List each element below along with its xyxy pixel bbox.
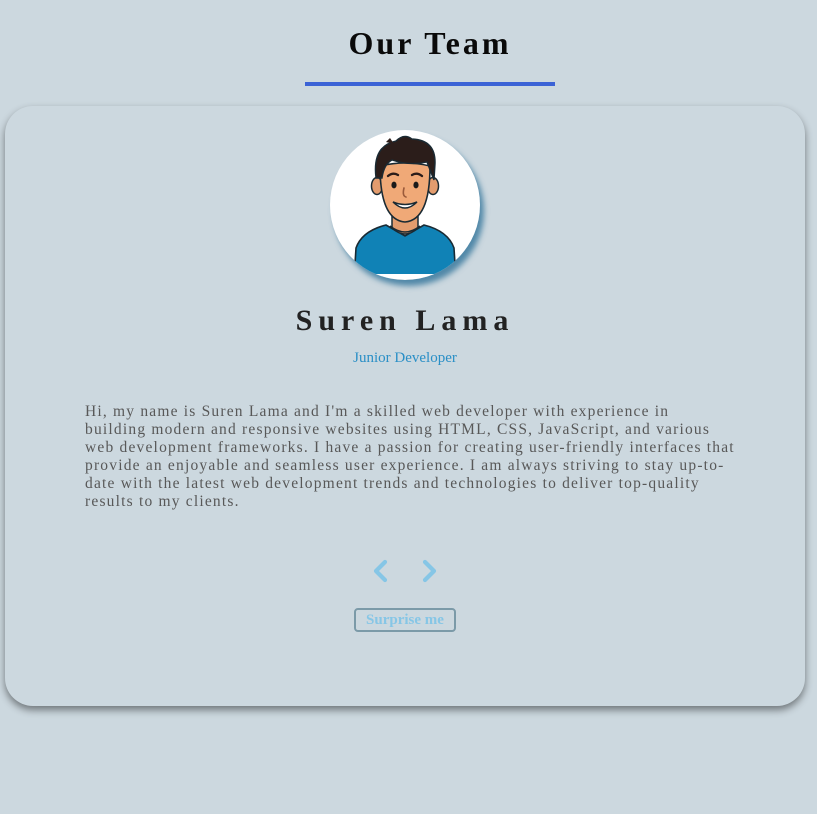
prev-button[interactable] — [366, 556, 396, 586]
title-underline — [305, 82, 555, 86]
next-button[interactable] — [414, 556, 444, 586]
avatar-illustration — [330, 135, 480, 280]
avatar — [330, 130, 480, 280]
surprise-me-button[interactable]: Surprise me — [354, 608, 456, 632]
member-name: Suren Lama — [295, 304, 515, 337]
page-title: Our Team — [348, 25, 512, 61]
chevron-right-icon — [422, 559, 437, 583]
member-bio: Hi, my name is Suren Lama and I'm a skil… — [85, 403, 735, 510]
chevron-left-icon — [373, 559, 388, 583]
member-job-title: Junior Developer — [353, 350, 457, 366]
